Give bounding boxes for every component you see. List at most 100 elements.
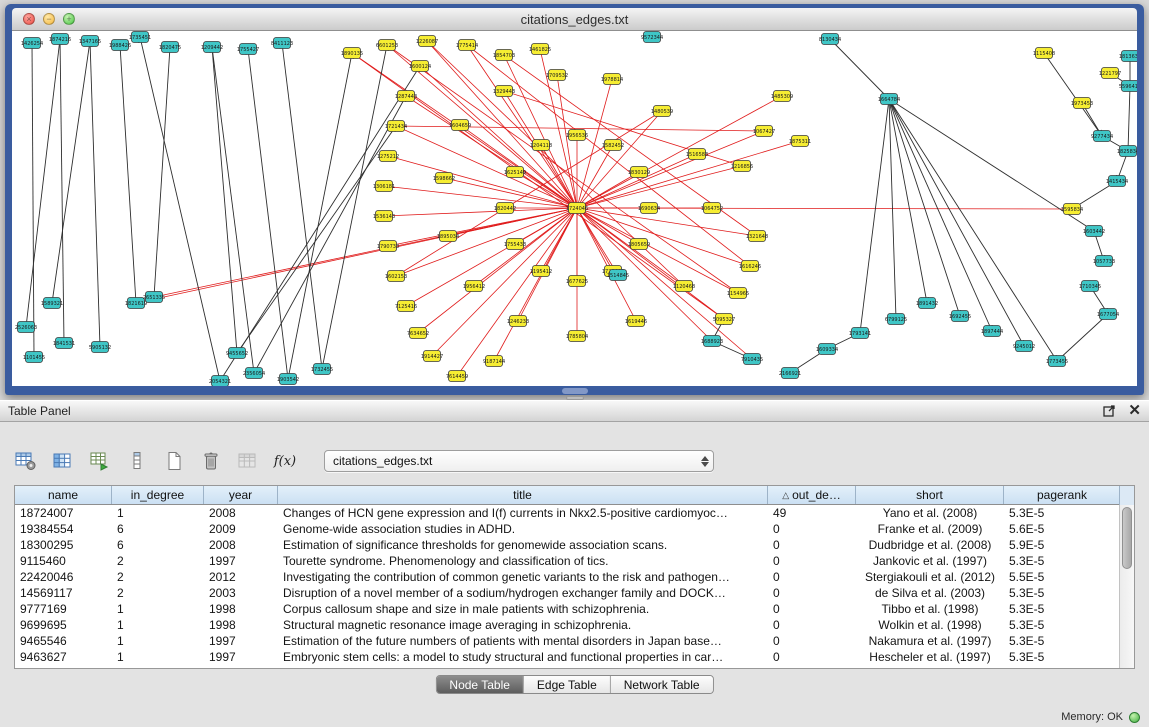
graph-node[interactable]: 1956536	[566, 130, 588, 141]
table-scrollbar[interactable]	[1119, 505, 1134, 668]
table-row[interactable]: 1830029562008Estimation of significance …	[15, 537, 1134, 553]
graph-node[interactable]: 1820475	[159, 42, 181, 53]
graph-node[interactable]: 1897444	[981, 326, 1003, 337]
graph-node[interactable]: 1664784	[878, 94, 900, 105]
table-row[interactable]: 977716911998Corpus callosum shape and si…	[15, 601, 1134, 617]
network-view[interactable]: 1724046169063418301291582452195653612041…	[12, 31, 1137, 386]
graph-node[interactable]: 1602153	[385, 271, 407, 282]
tab-network-table[interactable]: Network Table	[611, 676, 713, 693]
column-header-year[interactable]: year	[204, 486, 278, 504]
graph-node[interactable]: 2356054	[243, 368, 265, 379]
graph-node[interactable]: 1195412	[530, 266, 552, 277]
graph-node[interactable]: 1841531	[53, 338, 75, 349]
graph-node[interactable]: 1825834	[1117, 146, 1137, 157]
graph-node[interactable]: 1120468	[673, 281, 695, 292]
graph-node[interactable]: 1426254	[21, 38, 43, 49]
graph-node[interactable]: 1677054	[1097, 309, 1119, 320]
graph-node[interactable]: 1692455	[949, 311, 971, 322]
table-row[interactable]: 2242004622012Investigating the contribut…	[15, 569, 1134, 585]
graph-node[interactable]: 1461825	[529, 44, 551, 55]
graph-node[interactable]: 1415434	[1106, 176, 1128, 187]
graph-node[interactable]: 1604659	[449, 120, 471, 131]
column-header-name[interactable]: name	[15, 486, 112, 504]
window-resize-grip[interactable]	[562, 388, 588, 394]
graph-node[interactable]: 1480539	[651, 106, 673, 117]
graph-node[interactable]: 1988426	[109, 40, 131, 51]
graph-node[interactable]: 1067427	[753, 126, 775, 137]
graph-node[interactable]: 9572344	[641, 32, 663, 43]
graph-node[interactable]: 1773455	[1046, 356, 1068, 367]
graph-node[interactable]: 1755427	[237, 44, 259, 55]
graph-node[interactable]: 1775414	[456, 40, 478, 51]
graph-node[interactable]: 7125416	[395, 301, 417, 312]
table-row[interactable]: 1938455462009Genome-wide association stu…	[15, 521, 1134, 537]
tab-edge-table[interactable]: Edge Table	[524, 676, 611, 693]
graph-node[interactable]: 1209442	[201, 42, 223, 53]
graph-node[interactable]: 5095327	[713, 314, 735, 325]
network-table-select[interactable]: citations_edges.txt	[324, 450, 714, 472]
graph-node[interactable]: 1600124	[409, 61, 431, 72]
graph-node[interactable]: 1978814	[601, 74, 623, 85]
graph-node[interactable]: 1246233	[507, 316, 529, 327]
graph-node[interactable]: 8130434	[819, 34, 841, 45]
table-row[interactable]: 1872400712008Changes of HCN gene express…	[15, 505, 1134, 521]
graph-node[interactable]: 7634652	[407, 328, 429, 339]
graph-node[interactable]: 1536143	[373, 211, 395, 222]
graph-node[interactable]: 1625149	[504, 167, 526, 178]
graph-node[interactable]: 1732455	[311, 364, 333, 375]
graph-node[interactable]: 9455652	[226, 348, 248, 359]
graph-node[interactable]: 1057733	[1093, 256, 1115, 267]
graph-node[interactable]: 1226087	[416, 36, 438, 47]
graph-node[interactable]: 1973453	[1071, 98, 1093, 109]
graph-node[interactable]: 1582452	[602, 140, 624, 151]
graph-node[interactable]: 1619446	[625, 316, 647, 327]
tab-node-table[interactable]: Node Table	[436, 676, 524, 693]
graph-node[interactable]: 1598662	[433, 173, 455, 184]
delete-table-icon[interactable]	[199, 450, 223, 472]
graph-node[interactable]: 1306181	[373, 181, 395, 192]
table-row[interactable]: 946362711997Embryonic stem cells: a mode…	[15, 649, 1134, 665]
graph-node[interactable]: 2054321	[209, 376, 231, 387]
graph-node[interactable]: 2526063	[15, 322, 37, 333]
graph-node[interactable]: 1516583	[686, 149, 708, 160]
graph-node[interactable]: 1709532	[546, 70, 568, 81]
graph-node[interactable]: 1790733	[377, 241, 399, 252]
table-row[interactable]: 911546021997Tourette syndrome. Phenomeno…	[15, 553, 1134, 569]
graph-node[interactable]: 9245012	[1013, 341, 1035, 352]
table-settings-icon[interactable]	[14, 450, 38, 472]
graph-node[interactable]: 2651335	[143, 292, 165, 303]
graph-node[interactable]: 1724046	[566, 203, 588, 214]
graph-node[interactable]: 1321648	[746, 231, 768, 242]
merge-table-icon[interactable]	[236, 450, 260, 472]
graph-node[interactable]: 1721434	[385, 121, 407, 132]
window-close-button[interactable]: ×	[23, 13, 35, 25]
new-document-icon[interactable]	[162, 450, 186, 472]
graph-node[interactable]: 1347165	[79, 36, 101, 47]
graph-node[interactable]: 8411123	[271, 38, 293, 49]
column-header-in_degree[interactable]: in_degree	[112, 486, 204, 504]
window-zoom-button[interactable]: +	[63, 13, 75, 25]
graph-node[interactable]: 1616246	[739, 261, 761, 272]
graph-node[interactable]: 1903542	[277, 374, 299, 385]
graph-node[interactable]: 6601253	[376, 40, 398, 51]
graph-node[interactable]: 1154965	[727, 288, 749, 299]
select-columns-icon[interactable]	[51, 450, 75, 472]
window-minimize-button[interactable]: −	[43, 13, 55, 25]
graph-node[interactable]: 1813634	[1119, 51, 1137, 62]
graph-node[interactable]: 1677625	[566, 276, 588, 287]
column-header-out_de[interactable]: △out_de…	[768, 486, 856, 504]
graph-node[interactable]: 1115408	[1033, 48, 1055, 59]
graph-node[interactable]: 1793141	[849, 328, 871, 339]
graph-node[interactable]: 7910435	[741, 354, 763, 365]
graph-node[interactable]: 5905132	[89, 342, 111, 353]
graph-node[interactable]: 1785804	[566, 331, 588, 342]
graph-node[interactable]: 7614459	[446, 371, 468, 382]
table-row[interactable]: 946554611997Estimation of the future num…	[15, 633, 1134, 649]
graph-node[interactable]: 1101455	[23, 352, 45, 363]
graph-node[interactable]: 1514845	[607, 270, 629, 281]
graph-node[interactable]: 1595834	[1061, 204, 1083, 215]
graph-node[interactable]: 1956412	[463, 281, 485, 292]
column-header-pagerank[interactable]: pagerank	[1004, 486, 1121, 504]
graph-node[interactable]: 1735451	[129, 32, 151, 43]
graph-node[interactable]: 1287443	[395, 91, 417, 102]
